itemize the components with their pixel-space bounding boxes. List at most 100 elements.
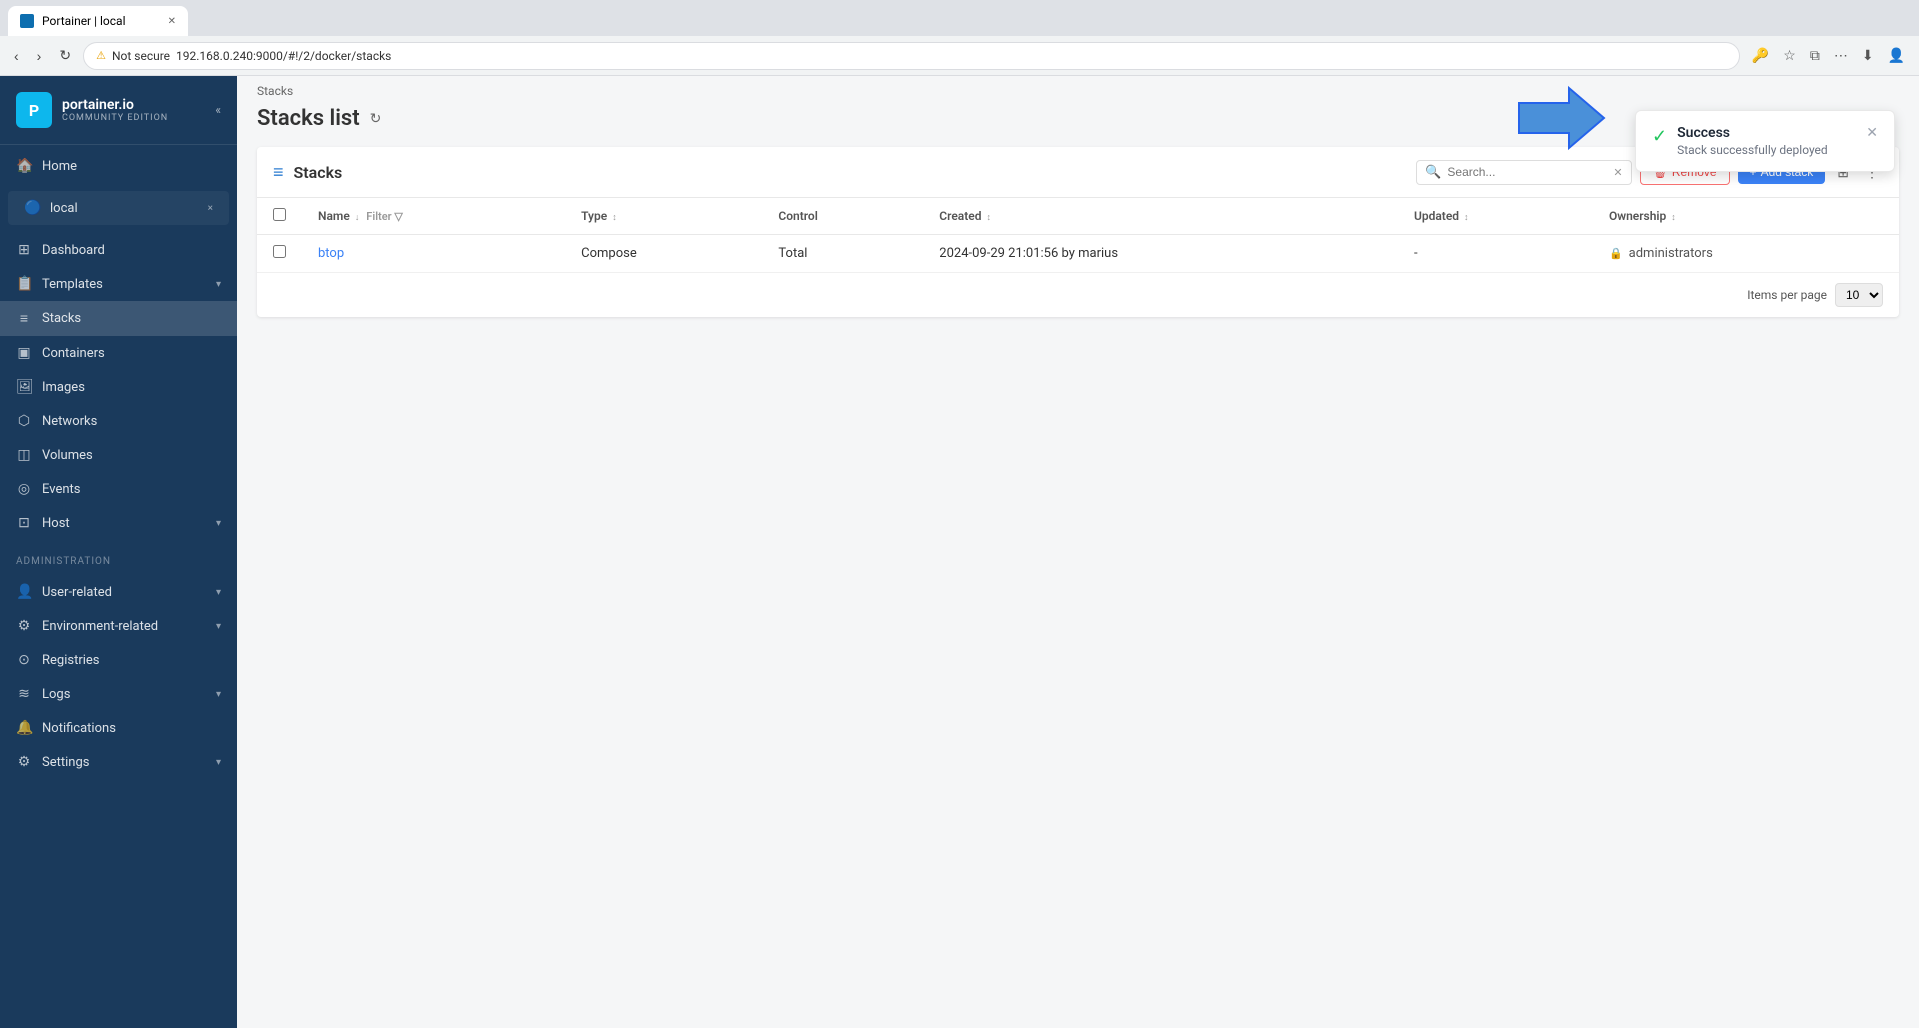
- templates-label: Templates: [42, 277, 103, 292]
- sidebar-item-containers[interactable]: ▣ Containers: [0, 336, 237, 370]
- row-created-cell: 2024-09-29 21:01:56 by marius: [923, 235, 1398, 273]
- events-label: Events: [42, 482, 80, 497]
- events-icon: ◎: [16, 481, 32, 497]
- user-related-label: User-related: [42, 585, 112, 600]
- ownership-label: Ownership: [1609, 209, 1666, 223]
- templates-chevron: ▾: [216, 279, 221, 290]
- admin-section-label: Administration: [0, 544, 237, 571]
- row-checkbox[interactable]: [273, 245, 286, 258]
- stacks-panel-title: Stacks: [294, 163, 343, 182]
- volumes-icon: ◫: [16, 447, 32, 463]
- search-clear-btn[interactable]: ✕: [1613, 166, 1622, 179]
- sidebar-item-templates[interactable]: 📋 Templates ▾: [0, 267, 237, 301]
- created-sort-icon[interactable]: ↕: [986, 213, 991, 223]
- row-control-cell: Total: [762, 235, 923, 273]
- sidebar-item-user-related[interactable]: 👤 User-related ▾: [0, 575, 237, 609]
- sidebar-item-networks[interactable]: ⬡ Networks: [0, 404, 237, 438]
- table-footer: Items per page 10 25 50: [257, 273, 1899, 317]
- stacks-nav-label: Stacks: [42, 311, 81, 326]
- success-toast: ✓ Success Stack successfully deployed ✕: [1635, 110, 1895, 172]
- logo-subtext: COMMUNITY EDITION: [62, 113, 168, 123]
- table-body: btop Compose Total 2024-09-29 21:01:56 b…: [257, 235, 1899, 273]
- containers-label: Containers: [42, 346, 105, 361]
- sidebar-item-settings[interactable]: ⚙ Settings ▾: [0, 745, 237, 779]
- row-updated-cell: -: [1398, 235, 1593, 273]
- notifications-icon: 🔔: [16, 720, 32, 736]
- sidebar-item-images[interactable]: 🖼 Images: [0, 370, 237, 404]
- settings-chevron: ▾: [216, 757, 221, 768]
- images-label: Images: [42, 380, 85, 395]
- stacks-panel: ≡ Stacks 🔍 ✕ 🗑 Remove + Add stack: [257, 147, 1899, 317]
- logo-icon: P: [16, 92, 52, 128]
- table-header-row: Name ↓ Filter ▽ Type ↕ Control Created: [257, 198, 1899, 235]
- password-icon[interactable]: 🔑: [1746, 44, 1775, 68]
- stack-name-link[interactable]: btop: [318, 246, 344, 261]
- address-text: 192.168.0.240:9000/#!/2/docker/stacks: [176, 49, 391, 63]
- sidebar-collapse-btn[interactable]: «: [215, 103, 221, 117]
- env-close-btn[interactable]: ×: [208, 203, 213, 214]
- sidebar-item-environment-related[interactable]: ⚙ Environment-related ▾: [0, 609, 237, 643]
- app-layout: P portainer.io COMMUNITY EDITION « 🏠 Hom…: [0, 76, 1919, 1028]
- sidebar-env-block: 🔵 local ×: [8, 191, 229, 225]
- back-button[interactable]: ‹: [8, 44, 25, 68]
- notifications-label: Notifications: [42, 721, 116, 736]
- media-icon[interactable]: ⋯: [1828, 44, 1854, 68]
- sidebar: P portainer.io COMMUNITY EDITION « 🏠 Hom…: [0, 76, 237, 1028]
- sidebar-item-logs[interactable]: ≋ Logs ▾: [0, 677, 237, 711]
- sidebar-item-stacks[interactable]: ≡ Stacks: [0, 301, 237, 336]
- sidebar-item-notifications[interactable]: 🔔 Notifications: [0, 711, 237, 745]
- networks-label: Networks: [42, 414, 97, 429]
- name-filter-icon[interactable]: Filter ▽: [366, 210, 403, 223]
- page-title: Stacks list: [257, 106, 360, 131]
- search-box[interactable]: 🔍 ✕: [1416, 160, 1631, 185]
- row-name-cell: btop: [302, 235, 565, 273]
- user-related-chevron: ▾: [216, 587, 221, 598]
- items-per-page-label: Items per page: [1747, 288, 1827, 302]
- templates-icon: 📋: [16, 276, 32, 292]
- settings-icon: ⚙: [16, 754, 32, 770]
- sidebar-nav-section: ⊞ Dashboard 📋 Templates ▾ ≡ Stacks ▣ Con…: [0, 229, 237, 544]
- logo-text: portainer.io: [62, 97, 168, 113]
- updated-label: Updated: [1414, 209, 1459, 223]
- dashboard-label: Dashboard: [42, 243, 105, 258]
- header-name: Name ↓ Filter ▽: [302, 198, 565, 235]
- sidebar-item-env-local[interactable]: 🔵 local ×: [8, 191, 229, 225]
- type-label: Type: [581, 209, 607, 223]
- sidebar-item-host[interactable]: ⊡ Host ▾: [0, 506, 237, 540]
- forward-button[interactable]: ›: [31, 44, 48, 68]
- row-checkbox-cell: [257, 235, 302, 273]
- ownership-sort-icon[interactable]: ↕: [1671, 213, 1676, 223]
- host-label: Host: [42, 516, 70, 531]
- updated-sort-icon[interactable]: ↕: [1464, 213, 1469, 223]
- bookmark-icon[interactable]: ☆: [1777, 44, 1802, 68]
- profile-icon[interactable]: 👤: [1882, 44, 1911, 68]
- type-sort-icon[interactable]: ↕: [612, 213, 617, 223]
- main-content: Stacks Stacks list ↻ ≡ Stacks 🔍 ✕ 🗑 Rem: [237, 76, 1919, 1028]
- refresh-button[interactable]: ↻: [370, 111, 382, 127]
- search-input[interactable]: [1447, 165, 1607, 179]
- environment-related-chevron: ▾: [216, 621, 221, 632]
- select-all-checkbox[interactable]: [273, 208, 286, 221]
- extensions-icon[interactable]: ⧉: [1804, 44, 1826, 68]
- address-bar[interactable]: ⚠ Not secure 192.168.0.240:9000/#!/2/doc…: [83, 42, 1740, 70]
- tab-title: Portainer | local: [42, 14, 126, 28]
- header-ownership: Ownership ↕: [1593, 198, 1899, 235]
- header-control: Control: [762, 198, 923, 235]
- browser-tab-active[interactable]: Portainer | local ✕: [8, 6, 188, 36]
- table-header: Name ↓ Filter ▽ Type ↕ Control Created: [257, 198, 1899, 235]
- download-icon[interactable]: ⬇: [1856, 44, 1880, 68]
- sidebar-item-dashboard[interactable]: ⊞ Dashboard: [0, 233, 237, 267]
- toast-close-btn[interactable]: ✕: [1866, 125, 1878, 141]
- logs-label: Logs: [42, 687, 70, 702]
- registries-label: Registries: [42, 653, 100, 668]
- tab-close-btn[interactable]: ✕: [168, 16, 176, 27]
- sidebar-item-volumes[interactable]: ◫ Volumes: [0, 438, 237, 472]
- sidebar-item-registries[interactable]: ⊙ Registries: [0, 643, 237, 677]
- name-sort-icon[interactable]: ↓: [355, 213, 360, 223]
- containers-icon: ▣: [16, 345, 32, 361]
- sidebar-item-events[interactable]: ◎ Events: [0, 472, 237, 506]
- reload-button[interactable]: ↻: [53, 43, 77, 68]
- sidebar-item-home[interactable]: 🏠 Home: [0, 149, 237, 183]
- table-row: btop Compose Total 2024-09-29 21:01:56 b…: [257, 235, 1899, 273]
- items-per-page-select[interactable]: 10 25 50: [1835, 283, 1883, 307]
